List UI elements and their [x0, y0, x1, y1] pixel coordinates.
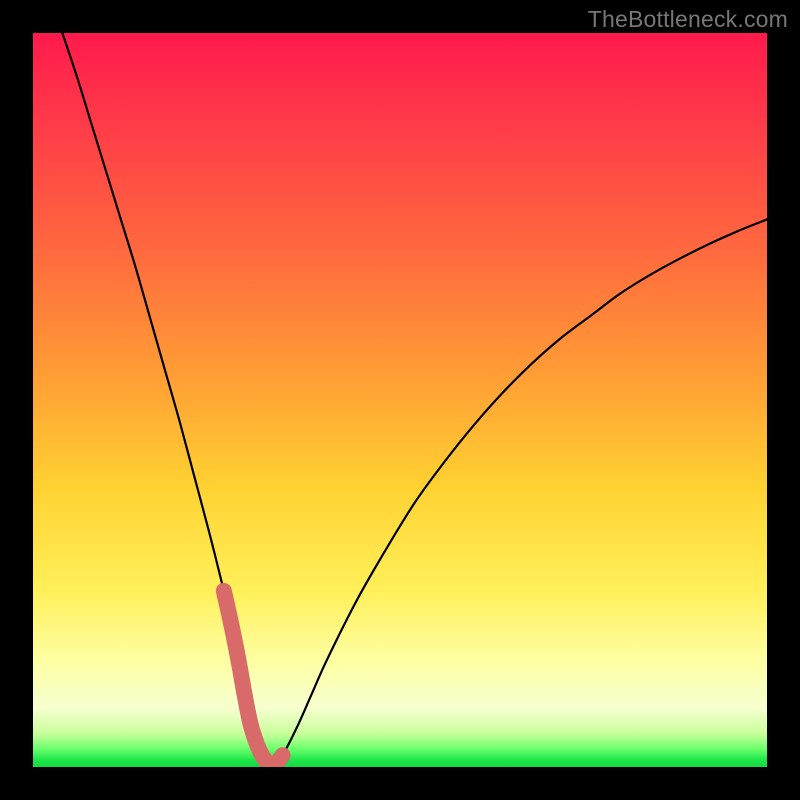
- watermark-text: TheBottleneck.com: [588, 6, 788, 33]
- curve-highlight: [224, 591, 283, 765]
- bottleneck-curve: [33, 33, 767, 767]
- chart-frame: TheBottleneck.com: [0, 0, 800, 800]
- curve-path: [62, 33, 767, 765]
- plot-area: [33, 33, 767, 767]
